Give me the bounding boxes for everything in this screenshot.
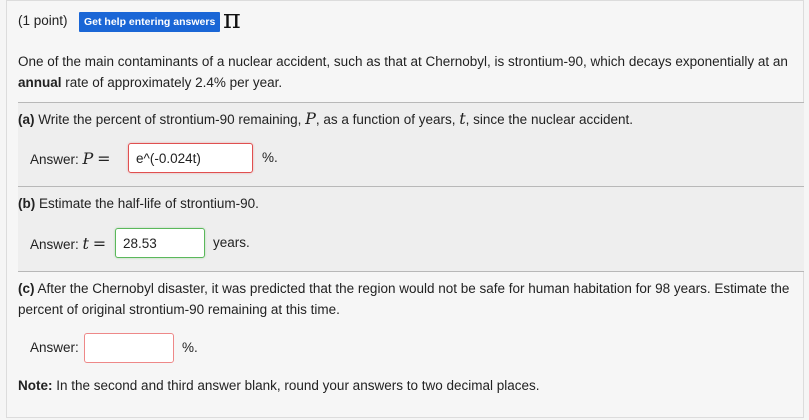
part-c-unit: %. [182, 340, 198, 355]
emphasis-annual: annual [18, 75, 62, 90]
part-a-question: (a) Write the percent of strontium-90 re… [18, 109, 634, 128]
problem-panel: (1 point) Get help entering answers π On… [6, 0, 804, 418]
part-a-answer-input[interactable] [128, 143, 253, 173]
pi-icon[interactable]: π [223, 5, 241, 35]
part-c-answer-label: Answer: [30, 340, 79, 355]
help-entering-answers-button[interactable]: Get help entering answers [79, 12, 221, 32]
part-c-answer-input[interactable] [84, 333, 174, 363]
part-b-answer-label: Answer: t = [30, 234, 107, 253]
part-b-unit: years. [213, 235, 250, 250]
part-b-question: (b) Estimate the half-life of strontium-… [18, 196, 259, 211]
rounding-note: Note: In the second and third answer bla… [18, 378, 540, 393]
problem-intro: One of the main contaminants of a nuclea… [18, 54, 788, 90]
points-label: (1 point) [18, 13, 68, 28]
part-a-unit: %. [262, 150, 278, 165]
divider [18, 271, 804, 272]
part-b-answer-input[interactable] [115, 228, 205, 258]
part-c-question: (c) After the Chernobyl disaster, it was… [18, 281, 790, 317]
part-a-answer-label: Answer: P = [30, 149, 111, 168]
